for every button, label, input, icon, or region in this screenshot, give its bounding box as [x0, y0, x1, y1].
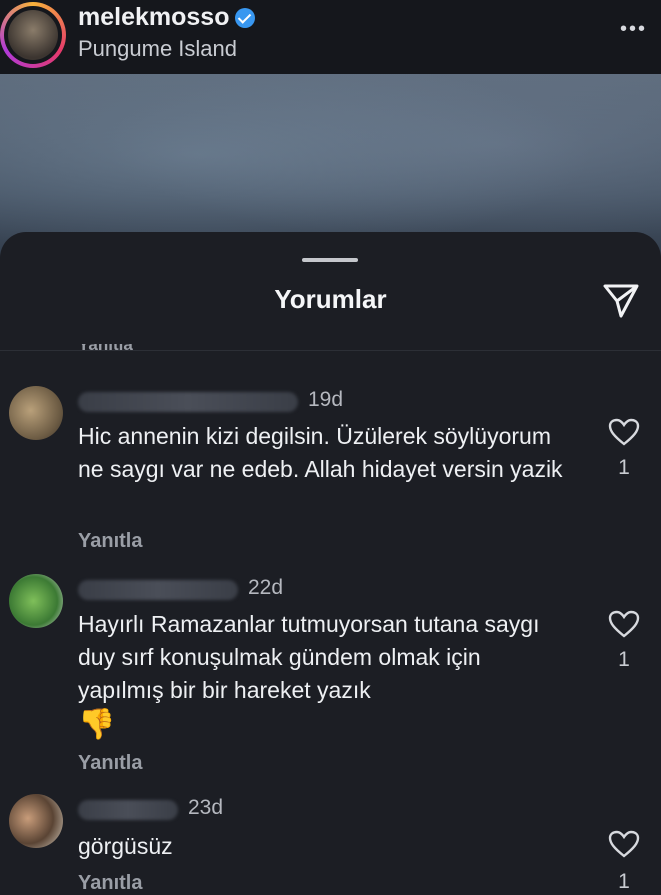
comments-sheet: Yorumlar Yanıtla 19d Hic annenin kizi de… [0, 232, 661, 895]
like-heart-icon[interactable] [608, 418, 640, 446]
more-options-icon[interactable]: ••• [620, 18, 647, 41]
comment-text: görgüsüz [78, 833, 173, 859]
like-heart-icon[interactable] [608, 830, 640, 858]
commenter-avatar[interactable] [9, 794, 63, 848]
commenter-username-blurred[interactable] [78, 580, 238, 600]
comment-time: 23d [188, 796, 224, 819]
like-count: 1 [618, 456, 630, 479]
comment-text: Hic annenin kizi degilsin. Üzülerek söyl… [78, 423, 563, 482]
commenter-avatar[interactable] [9, 574, 63, 628]
post-header: melekmosso Pungume Island ••• [0, 0, 661, 74]
commenter-avatar[interactable] [9, 386, 63, 440]
story-avatar[interactable] [0, 2, 66, 68]
post-location[interactable]: Pungume Island [78, 36, 237, 62]
post-username[interactable]: melekmosso [78, 3, 256, 32]
verified-badge-icon [235, 7, 256, 28]
sheet-title: Yorumlar [274, 284, 387, 314]
commenter-username-blurred[interactable] [78, 800, 178, 820]
comment-text: Hayırlı Ramazanlar tutmuyorsan tutana sa… [78, 611, 540, 741]
sheet-grabber-handle[interactable] [302, 258, 358, 262]
username-text[interactable]: melekmosso [78, 3, 229, 32]
like-count: 1 [618, 870, 630, 893]
previous-reply-button-cut[interactable]: Yanıtla [78, 344, 133, 358]
reply-button[interactable]: Yanıtla [78, 872, 142, 895]
reply-button[interactable]: Yanıtla [78, 530, 142, 553]
like-count: 1 [618, 648, 630, 671]
share-send-icon[interactable] [601, 280, 641, 320]
comment-time: 19d [308, 388, 344, 411]
comment-item: 23d görgüsüz Yanıtla 1 [0, 790, 661, 895]
commenter-username-blurred[interactable] [78, 392, 298, 412]
reply-button[interactable]: Yanıtla [78, 752, 142, 775]
thumbs-down-emoji: 👎 [78, 708, 116, 741]
comment-item: 22d Hayırlı Ramazanlar tutmuyorsan tutan… [0, 570, 661, 780]
comment-item: 19d Hic annenin kizi degilsin. Üzülerek … [0, 380, 661, 560]
like-heart-icon[interactable] [608, 610, 640, 638]
comment-time: 22d [248, 576, 284, 599]
